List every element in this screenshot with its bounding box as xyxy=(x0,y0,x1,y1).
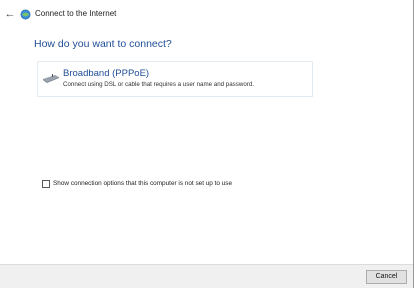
back-arrow-icon[interactable]: ← xyxy=(4,8,16,20)
cancel-button[interactable]: Cancel xyxy=(366,270,407,284)
footer-bar: Cancel xyxy=(0,264,413,288)
window-title: Connect to the Internet xyxy=(35,9,117,18)
connect-to-internet-window: ← Connect to the Internet How do you wan… xyxy=(0,0,414,288)
show-options-checkbox[interactable] xyxy=(42,180,50,188)
option-description: Connect using DSL or cable that requires… xyxy=(63,81,255,88)
option-broadband-pppoe[interactable]: Broadband (PPPoE) Connect using DSL or c… xyxy=(37,61,313,97)
show-options-label: Show connection options that this comput… xyxy=(53,180,233,187)
page-heading: How do you want to connect? xyxy=(34,38,172,50)
network-globe-icon xyxy=(20,9,31,20)
title-bar: ← Connect to the Internet xyxy=(0,0,413,28)
broadband-modem-icon xyxy=(43,74,59,83)
option-title: Broadband (PPPoE) xyxy=(63,68,150,79)
